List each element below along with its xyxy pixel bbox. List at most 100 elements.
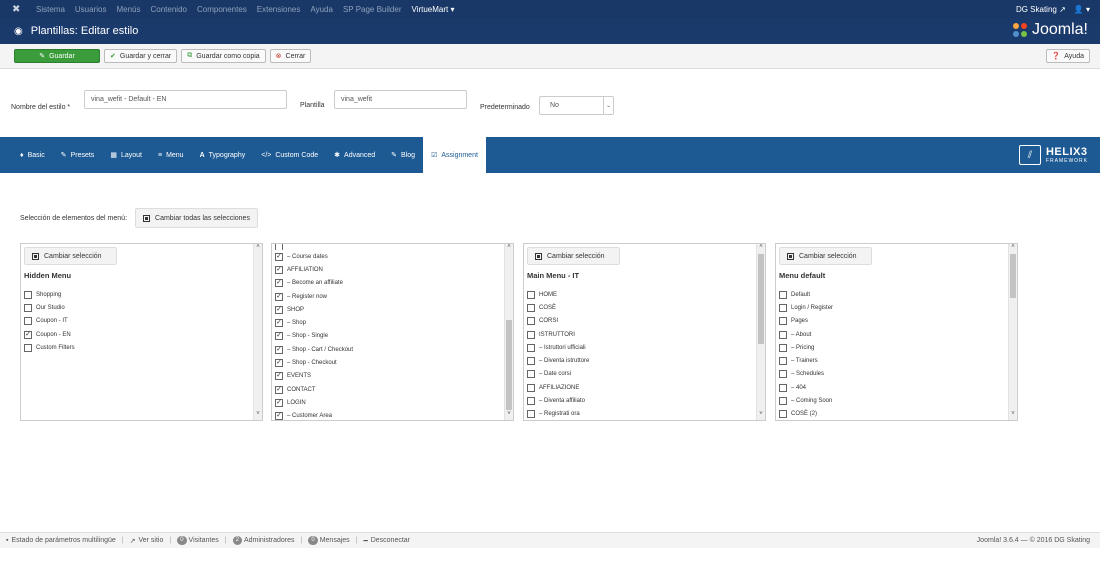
menu-sistema[interactable]: Sistema	[36, 5, 65, 14]
default-select[interactable]: No ⌄	[539, 96, 614, 115]
list-item: CORSI	[527, 315, 762, 328]
save-copy-button[interactable]: ⧉ Guardar como copia	[181, 49, 266, 63]
site-link[interactable]: DG Skating ↗	[1016, 5, 1066, 14]
checkbox[interactable]	[779, 397, 787, 406]
tab-assignment[interactable]: ☑ Assignment	[423, 137, 486, 173]
checkbox[interactable]	[527, 343, 535, 352]
menu-panel-main-en[interactable]: ✓ – Course dates ✓ AFFILIATION ✓ – Become an …	[271, 243, 514, 421]
checked-checkbox[interactable]: ✓	[275, 279, 283, 288]
checkbox[interactable]	[779, 290, 787, 299]
checkbox[interactable]	[779, 303, 787, 312]
checkbox[interactable]	[779, 343, 787, 352]
tab-presets[interactable]: ✎ Presets	[53, 137, 103, 173]
checkbox[interactable]	[527, 397, 535, 406]
menu-extensiones[interactable]: Extensiones	[257, 5, 301, 14]
checked-checkbox[interactable]: ✓	[275, 265, 283, 274]
messages-status[interactable]: 0 Mensajes	[308, 536, 350, 545]
scroll-up-icon[interactable]: ˄	[757, 244, 765, 253]
checkbox[interactable]	[24, 290, 32, 299]
tab-basic[interactable]: ♦ Basic	[0, 137, 53, 173]
menu-menus[interactable]: Menús	[116, 5, 140, 14]
menu-panel-hidden[interactable]: Cambiar selección Hidden Menu Shopping Ou…	[20, 243, 263, 421]
checked-checkbox[interactable]: ✓	[275, 372, 283, 381]
admins-status[interactable]: 2 Administradores	[232, 536, 295, 545]
checkbox[interactable]	[527, 370, 535, 379]
tab-advanced[interactable]: ✱ Advanced	[326, 137, 383, 173]
checked-checkbox[interactable]: ✓	[275, 412, 283, 420]
checked-checkbox[interactable]: ✓	[275, 359, 283, 368]
menu-title: Menu default	[779, 271, 826, 280]
menu-sp-page-builder[interactable]: SP Page Builder	[343, 5, 402, 14]
checked-checkbox[interactable]: ✓	[275, 319, 283, 328]
scroll-thumb[interactable]	[758, 254, 764, 344]
menu-virtuemart[interactable]: VirtueMart ▾	[412, 5, 455, 14]
menu-componentes[interactable]: Componentes	[197, 5, 247, 14]
style-name-input[interactable]: vina_wefit - Default - EN	[84, 90, 287, 109]
tab-custom-code[interactable]: </> Custom Code	[253, 137, 326, 173]
brush-icon: ✎	[60, 152, 67, 159]
scroll-down-icon[interactable]: ˅	[757, 411, 765, 420]
template-input[interactable]: vina_wefit	[334, 90, 467, 109]
checked-checkbox[interactable]: ✓	[275, 252, 283, 261]
save-close-button[interactable]: ✔ Guardar y cerrar	[104, 49, 178, 63]
multilang-status[interactable]: ▪ Estado de parámetros multilingüe	[6, 537, 116, 544]
user-menu[interactable]: 👤 ▾	[1074, 5, 1090, 14]
checkbox[interactable]	[779, 383, 787, 392]
tab-typography[interactable]: A Typography	[192, 137, 254, 173]
toggle-selection-button[interactable]: Cambiar selección	[527, 247, 620, 265]
toggle-all-button[interactable]: Cambiar todas las selecciones	[135, 208, 258, 228]
visitors-status[interactable]: 0 Visitantes	[177, 536, 219, 545]
checkbox[interactable]	[779, 410, 787, 419]
toggle-selection-button[interactable]: Cambiar selección	[779, 247, 872, 265]
help-button[interactable]: ❓ Ayuda	[1045, 49, 1090, 63]
toggle-selection-button[interactable]: Cambiar selección	[24, 247, 117, 265]
checkbox[interactable]	[527, 317, 535, 326]
checked-checkbox[interactable]: ✓	[275, 398, 283, 407]
menu-ayuda[interactable]: Ayuda	[310, 5, 333, 14]
checkbox[interactable]	[24, 303, 32, 312]
scroll-up-icon[interactable]: ˄	[254, 244, 262, 253]
menu-usuarios[interactable]: Usuarios	[75, 5, 107, 14]
checked-checkbox[interactable]: ✓	[275, 292, 283, 301]
checkbox[interactable]	[527, 303, 535, 312]
checkbox[interactable]	[779, 370, 787, 379]
checked-checkbox[interactable]: ✓	[275, 345, 283, 354]
checked-checkbox[interactable]: ✓	[275, 385, 283, 394]
checkbox[interactable]	[24, 343, 32, 352]
checkbox[interactable]	[527, 330, 535, 339]
scrollbar[interactable]: ˄ ˅	[504, 244, 513, 420]
close-button[interactable]: ⊗ Cerrar	[269, 49, 312, 63]
scroll-thumb[interactable]	[506, 320, 512, 410]
scroll-thumb[interactable]	[1010, 254, 1016, 298]
scrollbar[interactable]: ˄ ˅	[253, 244, 262, 420]
scroll-down-icon[interactable]: ˅	[1009, 411, 1017, 420]
scroll-up-icon[interactable]: ˄	[505, 244, 513, 253]
checkbox[interactable]	[24, 317, 32, 326]
checkbox[interactable]	[779, 357, 787, 366]
checkbox[interactable]	[527, 290, 535, 299]
menu-panel-main-it[interactable]: Cambiar selección Main Menu - IT HOME COS…	[523, 243, 766, 421]
menu-panel-default[interactable]: Cambiar selección Menu default Default Lo…	[775, 243, 1018, 421]
tab-layout[interactable]: ▦ Layout	[102, 137, 150, 173]
logout-link[interactable]: ━ Desconectar	[364, 537, 411, 545]
menu-contenido[interactable]: Contenido	[151, 5, 187, 14]
scroll-down-icon[interactable]: ˅	[254, 411, 262, 420]
checkbox[interactable]	[779, 317, 787, 326]
tab-blog[interactable]: ✎ Blog	[383, 137, 423, 173]
checkbox[interactable]	[527, 410, 535, 419]
checkbox[interactable]	[527, 383, 535, 392]
checked-checkbox[interactable]: ✓	[275, 332, 283, 341]
checkbox[interactable]	[527, 357, 535, 366]
checkbox[interactable]	[275, 244, 283, 250]
save-button[interactable]: ✎ Guardar	[14, 49, 100, 63]
scrollbar[interactable]: ˄ ˅	[1008, 244, 1017, 420]
joomla-menu-icon[interactable]: ✖	[12, 4, 28, 15]
tab-menu[interactable]: ≡ Menu	[150, 137, 192, 173]
scroll-up-icon[interactable]: ˄	[1009, 244, 1017, 253]
checked-checkbox[interactable]: ✓	[24, 330, 32, 339]
scroll-down-icon[interactable]: ˅	[505, 411, 513, 420]
checked-checkbox[interactable]: ✓	[275, 305, 283, 314]
view-site-link[interactable]: ↗ Ver sitio	[130, 537, 164, 545]
checkbox[interactable]	[779, 330, 787, 339]
scrollbar[interactable]: ˄ ˅	[756, 244, 765, 420]
